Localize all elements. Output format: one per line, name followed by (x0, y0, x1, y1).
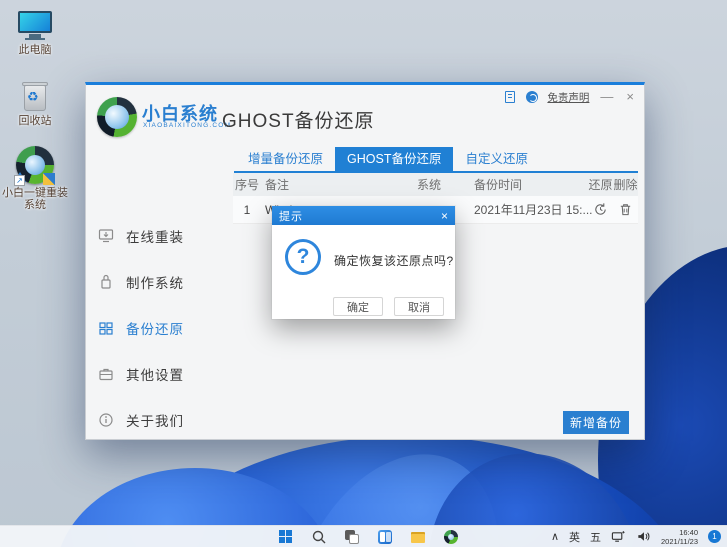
sidebar-item-make-system[interactable]: 制作系统 (98, 271, 184, 293)
contract-icon[interactable] (505, 90, 517, 104)
xiaobai-app-icon: ↗ (14, 146, 55, 186)
widgets-icon (378, 529, 392, 544)
col-header-remark: 备注 (265, 178, 290, 192)
xiaobai-logo-icon (97, 97, 137, 137)
dialog-titlebar: 提示 × (272, 206, 455, 225)
col-header-time: 备份时间 (474, 178, 523, 192)
desktop-icon-label: 回收站 (18, 115, 52, 127)
dialog-title: 提示 (279, 210, 303, 223)
desktop-icon-label: 此电脑 (18, 44, 52, 56)
taskbar: ∧ 英 五 16:40 2021/11/23 1 (0, 525, 727, 547)
minimize-button[interactable]: — (598, 90, 615, 104)
dialog-ok-button[interactable]: 确定 (333, 297, 383, 316)
shortcut-arrow-icon: ↗ (14, 175, 25, 186)
tray-chevron-icon[interactable]: ∧ (551, 530, 559, 543)
col-header-system: 系统 (416, 178, 441, 192)
clock-time: 16:40 (679, 527, 698, 537)
close-button[interactable]: × (624, 90, 636, 104)
desktop-icon-this-pc[interactable]: 此电脑 (2, 11, 68, 56)
backup-restore-icon (99, 322, 113, 335)
file-explorer-button[interactable] (410, 529, 426, 545)
cell-time: 2021年11月23日 15:... (474, 203, 593, 217)
restore-icon[interactable] (593, 202, 608, 217)
desktop-icon-xiaobai[interactable]: ↗ 小白一键重装 系统 (2, 146, 68, 211)
clock-date: 2021/11/23 (661, 536, 698, 546)
briefcase-icon (99, 368, 113, 381)
notification-badge[interactable]: 1 (708, 530, 721, 543)
disclaimer-link[interactable]: 免责声明 (547, 90, 589, 105)
sidebar-item-backup-restore[interactable]: 备份还原 (98, 317, 184, 339)
col-header-delete: 删除 (613, 178, 638, 192)
delete-trash-icon[interactable] (618, 202, 633, 217)
reinstall-icon (98, 229, 114, 243)
clock[interactable]: 16:40 2021/11/23 (661, 528, 698, 546)
customer-service-icon[interactable] (526, 90, 539, 104)
desktop-icon-recycle-bin[interactable]: ♻ 回收站 (2, 80, 68, 127)
desktop-icon-label: 小白一键重装 (2, 187, 68, 199)
tab-custom-restore[interactable]: 自定义还原 (453, 147, 540, 171)
start-button[interactable] (278, 529, 294, 545)
desktop-icon-label: 系统 (24, 199, 46, 211)
sidebar-item-other-settings[interactable]: 其他设置 (98, 363, 184, 385)
col-header-restore: 还原 (588, 178, 613, 192)
col-header-no: 序号 (234, 178, 259, 192)
add-backup-button[interactable]: 新增备份 (563, 411, 629, 434)
dialog-cancel-button[interactable]: 取消 (394, 297, 444, 316)
network-icon[interactable] (611, 529, 626, 544)
windows-logo-icon (279, 529, 292, 543)
info-icon (99, 413, 113, 427)
brand-domain: XIAOBAIXITONG.COM (143, 122, 232, 129)
dialog-close-icon[interactable]: × (441, 210, 448, 222)
xiaobai-app-icon (444, 529, 458, 544)
task-view-button[interactable] (344, 529, 360, 545)
tab-strip: 增量备份还原 GHOST备份还原 自定义还原 (236, 147, 540, 171)
usb-drive-icon (101, 274, 111, 289)
recycle-bin-icon: ♻ (21, 80, 49, 112)
table-header-row: 序号 备注 系统 备份时间 还原 删除 (233, 173, 638, 196)
confirm-dialog: 提示 × ? 确定恢复该还原点吗? 确定 取消 (272, 206, 455, 319)
search-button[interactable] (311, 529, 327, 545)
sidebar: 在线重装 制作系统 备份还原 其他设置 关于我们 (86, 147, 230, 439)
search-icon (312, 530, 326, 543)
cell-no: 1 (243, 202, 251, 217)
ime-latin-indicator[interactable]: 英 (569, 529, 580, 545)
sidebar-item-about-us[interactable]: 关于我们 (98, 409, 184, 431)
computer-icon (18, 11, 52, 41)
xiaobai-taskbar-button[interactable] (443, 529, 459, 545)
question-mark-icon: ? (285, 239, 321, 275)
speaker-icon[interactable] (636, 529, 651, 544)
widgets-button[interactable] (377, 529, 393, 545)
page-title: GHOST备份还原 (222, 111, 375, 132)
tab-incremental-restore[interactable]: 增量备份还原 (236, 147, 335, 171)
dialog-message: 确定恢复该还原点吗? (334, 254, 454, 268)
sidebar-item-online-reinstall[interactable]: 在线重装 (98, 225, 184, 247)
ime-mode-indicator[interactable]: 五 (590, 529, 601, 545)
tab-ghost-restore[interactable]: GHOST备份还原 (335, 147, 454, 171)
